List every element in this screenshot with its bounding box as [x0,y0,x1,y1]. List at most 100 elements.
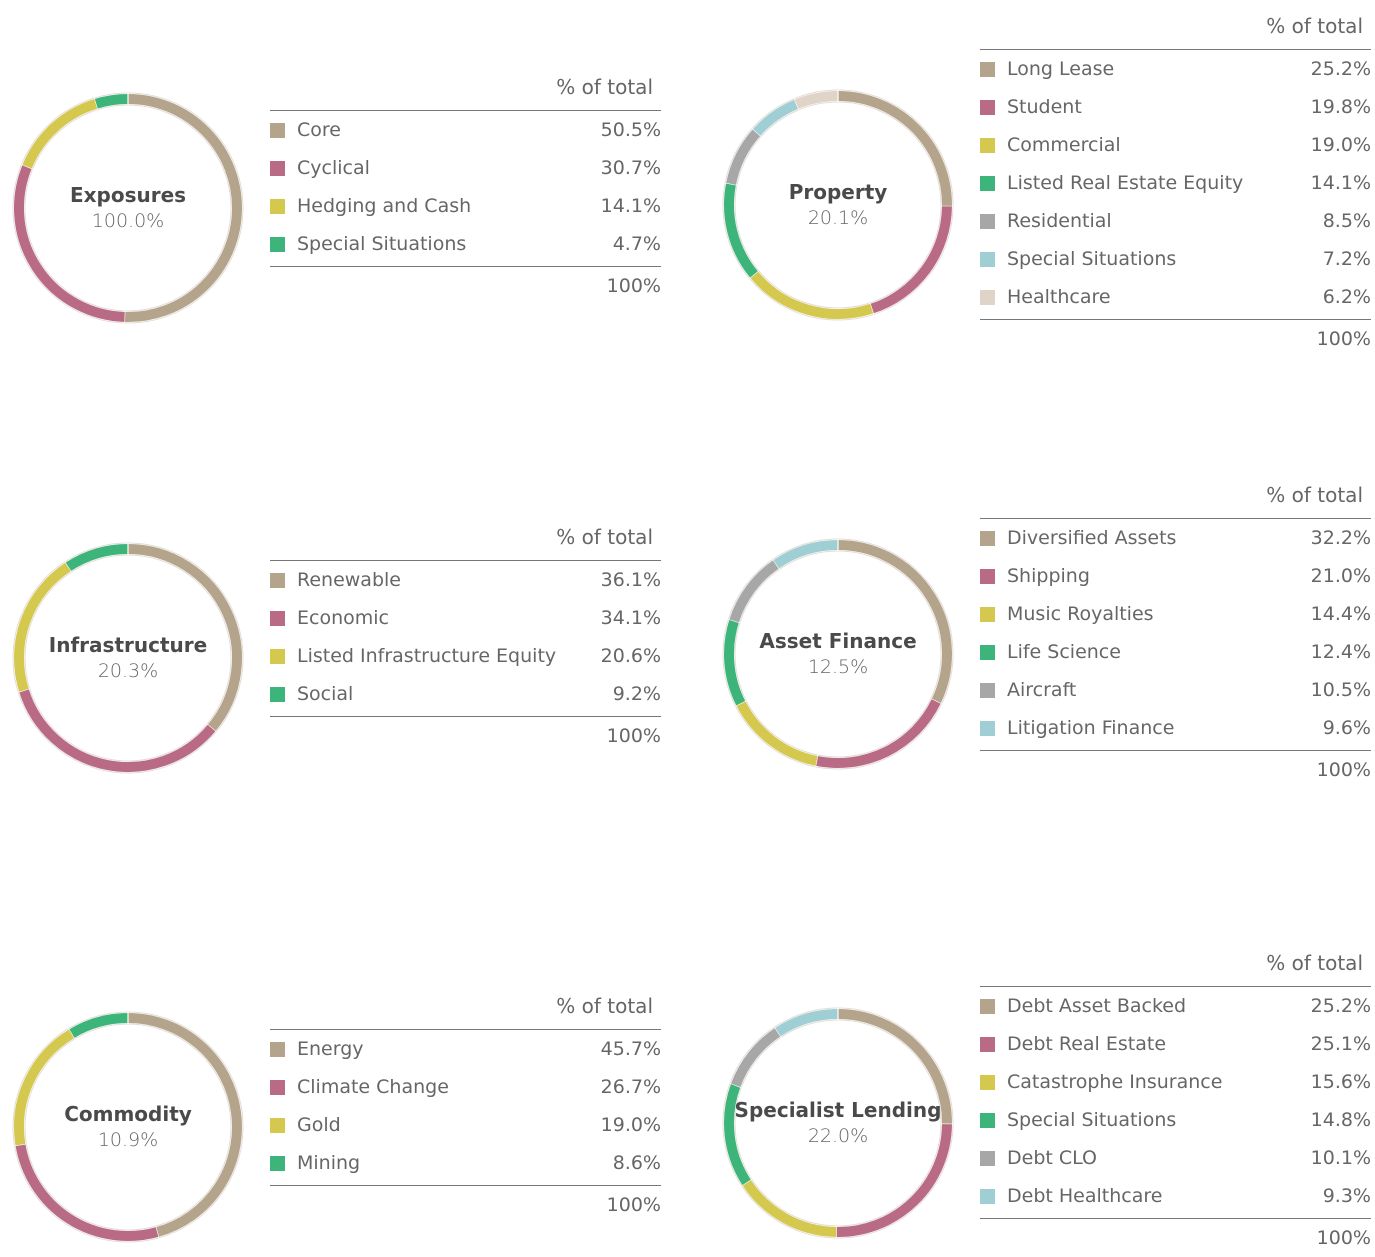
legend-label: Climate Change [297,1076,601,1098]
legend-row: Student19.8% [980,88,1371,126]
legend-swatch [270,1080,285,1095]
legend-label: Catastrophe Insurance [1007,1071,1311,1093]
legend-value: 25.2% [1311,58,1371,80]
legend-row: Listed Real Estate Equity14.1% [980,164,1371,202]
legend-value: 25.2% [1311,995,1371,1017]
legend-swatch [270,1118,285,1133]
legend-label: Social [297,683,613,705]
donut-slice-student [872,206,947,308]
legend-value: 45.7% [601,1038,661,1060]
legend-swatch [980,1037,995,1052]
donut-slice-energy [128,1018,237,1232]
legend-swatch [980,999,995,1014]
legend-swatch [980,1075,995,1090]
legend-value: 10.1% [1311,1147,1371,1169]
donut-svg [10,1009,246,1245]
donut-svg [720,536,956,772]
donut-slice-diversified-assets [838,545,947,701]
donut-svg [720,87,956,323]
legend-row: Litigation Finance9.6% [980,709,1371,747]
legend-label: Shipping [1007,565,1311,587]
legend-swatch [270,573,285,588]
legend-label: Life Science [1007,641,1311,663]
legend-value: 10.5% [1311,679,1371,701]
legend-swatch [980,252,995,267]
legend-swatch [270,687,285,702]
donut-slice-commercial [754,274,872,314]
donut-slice-debt-real-estate [836,1124,947,1232]
donut-slice-shipping [817,701,937,763]
legend-swatch [980,531,995,546]
legend-swatch [980,645,995,660]
legend-total: 100% [270,717,661,755]
donut-slice-long-lease [838,96,947,206]
column-header: % of total [980,478,1371,512]
legend-label: Debt CLO [1007,1147,1311,1169]
legend-swatch [980,214,995,229]
legend-table: % of totalDebt Asset Backed25.2%Debt Rea… [980,946,1371,1257]
column-header: % of total [980,946,1371,980]
donut-slice-economic [24,690,212,767]
column-header: % of total [270,520,661,554]
donut-chart: Property20.1% [720,87,956,323]
legend-swatch [980,721,995,736]
legend-row: Music Royalties14.4% [980,595,1371,633]
legend-label: Long Lease [1007,58,1311,80]
legend-total: 100% [980,1219,1371,1257]
legend-value: 32.2% [1311,527,1371,549]
legend-value: 36.1% [601,569,661,591]
donut-slice-residential [731,132,757,183]
legend-value: 21.0% [1311,565,1371,587]
legend-value: 6.2% [1323,286,1371,308]
donut-slice-mining [72,1018,128,1034]
legend-value: 12.4% [1311,641,1371,663]
legend-value: 19.0% [601,1114,661,1136]
legend-label: Renewable [297,569,601,591]
legend-label: Litigation Finance [1007,717,1323,739]
legend-total: 100% [270,1186,661,1224]
legend-value: 9.2% [613,683,661,705]
legend-row: Catastrophe Insurance15.6% [980,1063,1371,1101]
legend-label: Special Situations [1007,1109,1311,1131]
legend-label: Residential [1007,210,1323,232]
legend-row: Renewable36.1% [270,561,661,599]
legend-label: Commercial [1007,134,1311,156]
donut-inner-outline [25,555,231,761]
legend-swatch [270,1156,285,1171]
legend-swatch [980,683,995,698]
legend-row: Debt Real Estate25.1% [980,1025,1371,1063]
donut-slice-debt-clo [736,1032,778,1085]
legend-value: 26.7% [601,1076,661,1098]
legend-label: Aircraft [1007,679,1311,701]
legend-swatch [980,290,995,305]
donut-chart: Asset Finance12.5% [720,536,956,772]
legend-value: 14.4% [1311,603,1371,625]
legend-value: 9.6% [1323,717,1371,739]
legend-value: 15.6% [1311,1071,1371,1093]
legend-swatch [980,1151,995,1166]
legend-row: Energy45.7% [270,1030,661,1068]
legend-swatch [980,569,995,584]
legend-total: 100% [980,751,1371,789]
legend-table: % of totalRenewable36.1%Economic34.1%Lis… [270,520,661,755]
donut-chart: Commodity10.9% [10,1009,246,1245]
donut-svg [10,540,246,776]
legend-label: Debt Healthcare [1007,1185,1323,1207]
legend-value: 25.1% [1311,1033,1371,1055]
legend-swatch [980,1189,995,1204]
donut-slice-litigation-finance [776,545,838,564]
donut-slice-social [68,549,128,567]
legend-row: Residential8.5% [980,202,1371,240]
legend-value: 7.2% [1323,248,1371,270]
legend-row: Commercial19.0% [980,126,1371,164]
legend-swatch [980,138,995,153]
legend-table: % of totalLong Lease25.2%Student19.8%Com… [980,9,1371,358]
legend-row: Life Science12.4% [980,633,1371,671]
legend-label: Special Situations [1007,248,1323,270]
legend-row: Healthcare6.2% [980,278,1371,316]
legend-swatch [980,100,995,115]
legend-row: Climate Change26.7% [270,1068,661,1106]
legend-row: Social9.2% [270,675,661,713]
legend-label: Listed Real Estate Equity [1007,172,1311,194]
chart-panel-specialist-lending: Specialist Lending22.0%% of totalDebt As… [0,0,680,300]
